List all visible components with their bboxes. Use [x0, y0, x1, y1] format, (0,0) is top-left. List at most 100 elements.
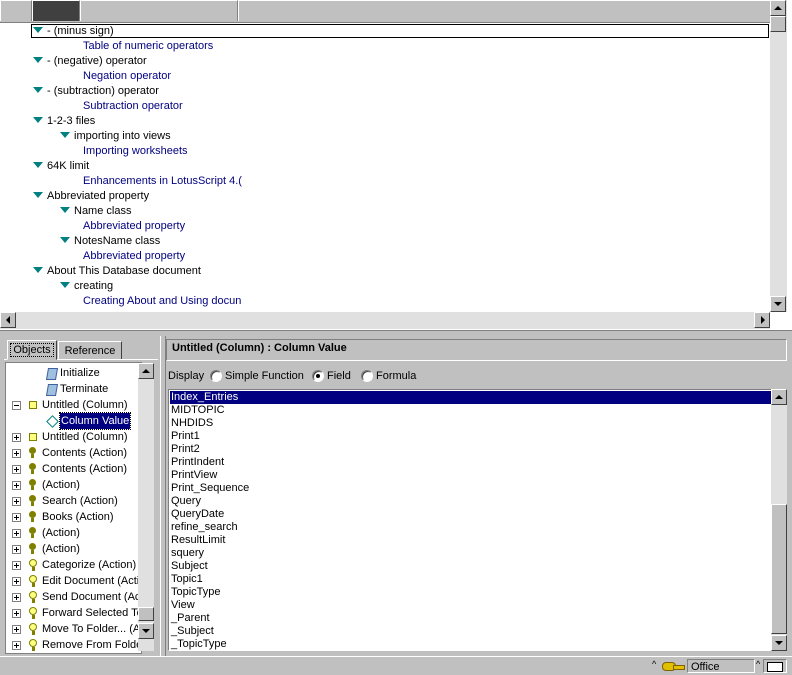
view-category-row[interactable]: NotesName class — [60, 234, 160, 249]
view-vertical-scrollbar[interactable] — [770, 0, 787, 312]
view-document-row[interactable]: Creating About and Using docun — [83, 294, 241, 309]
field-list-item[interactable]: Query — [171, 495, 201, 508]
view-document-row[interactable]: Subtraction operator — [83, 99, 183, 114]
expand-plus-icon[interactable] — [12, 609, 21, 618]
tab-objects[interactable]: Objects — [7, 340, 57, 360]
scroll-thumb[interactable] — [770, 16, 786, 32]
radio-formula-label[interactable]: Formula — [376, 368, 416, 384]
object-tree-item[interactable]: Column Value — [6, 412, 139, 430]
view-category-row[interactable]: 1-2-3 files — [33, 114, 95, 129]
twistie-expanded-icon[interactable] — [33, 117, 43, 123]
field-list-item[interactable]: TopicType — [171, 586, 221, 599]
expand-plus-icon[interactable] — [12, 561, 21, 570]
scroll-right-button[interactable] — [754, 312, 770, 328]
expand-plus-icon[interactable] — [12, 577, 21, 586]
twistie-expanded-icon[interactable] — [33, 267, 43, 273]
twistie-expanded-icon[interactable] — [60, 237, 70, 243]
field-list-item[interactable]: PrintIndent — [171, 456, 224, 469]
column-header-selected[interactable] — [32, 0, 80, 21]
view-document-row[interactable]: Abbreviated property — [83, 249, 185, 264]
object-tree-item[interactable]: Contents (Action) — [6, 445, 139, 461]
location-status[interactable]: Office — [687, 659, 755, 673]
expand-plus-icon[interactable] — [12, 593, 21, 602]
twistie-expanded-icon[interactable] — [60, 207, 70, 213]
field-list-item[interactable]: MIDTOPIC — [171, 404, 225, 417]
view-document-row[interactable]: Abbreviated property — [83, 219, 185, 234]
view-category-row[interactable]: 64K limit — [33, 159, 89, 174]
field-list-item[interactable]: Print1 — [171, 430, 200, 443]
twistie-expanded-icon[interactable] — [33, 162, 43, 168]
view-document-row[interactable]: Importing worksheets — [83, 144, 188, 159]
object-tree-item[interactable]: Books (Action) — [6, 509, 139, 525]
field-list-item[interactable]: Subject — [171, 560, 208, 573]
view-category-row[interactable]: - (subtraction) operator — [33, 84, 159, 99]
twistie-expanded-icon[interactable] — [33, 87, 43, 93]
field-list-item[interactable]: Index_Entries — [170, 391, 771, 404]
object-tree-item[interactable]: Terminate — [6, 381, 139, 397]
objects-tree[interactable]: Initialize Terminate Untitled (Column) Colu… — [5, 362, 142, 654]
field-list-item[interactable]: NHDIDS — [171, 417, 213, 430]
scroll-up-button[interactable] — [770, 0, 786, 16]
expand-plus-icon[interactable] — [12, 449, 21, 458]
objects-scrollbar[interactable] — [138, 363, 154, 651]
expand-plus-icon[interactable] — [12, 433, 21, 442]
view-category-row[interactable]: - (minus sign) — [33, 24, 114, 39]
expand-plus-icon[interactable] — [12, 529, 21, 538]
field-list-item[interactable]: PrintView — [171, 469, 217, 482]
radio-simple-function[interactable] — [210, 370, 222, 382]
field-list-item[interactable]: Print2 — [171, 443, 200, 456]
object-tree-item[interactable]: (Action) — [6, 525, 139, 541]
radio-field-label[interactable]: Field — [327, 368, 351, 384]
twistie-expanded-icon[interactable] — [33, 192, 43, 198]
object-tree-item[interactable]: Forward Selected To — [6, 605, 141, 621]
twistie-expanded-icon[interactable] — [33, 27, 43, 33]
mail-status[interactable] — [763, 659, 787, 673]
field-list-item[interactable]: Topic1 — [171, 573, 203, 586]
field-list-item[interactable]: squery — [171, 547, 204, 560]
view-category-row[interactable]: Abbreviated property — [33, 189, 149, 204]
scroll-down-button[interactable] — [770, 296, 786, 312]
field-list-item[interactable]: refine_search — [171, 521, 238, 534]
expand-plus-icon[interactable] — [12, 641, 21, 650]
pane-splitter[interactable] — [0, 330, 792, 337]
object-tree-item[interactable]: Send Document (Ac — [6, 589, 140, 605]
expand-plus-icon[interactable] — [12, 545, 21, 554]
field-list-scrollbar[interactable] — [771, 389, 787, 651]
expand-plus-icon[interactable] — [12, 465, 21, 474]
field-list[interactable]: Index_Entries MIDTOPIC NHDIDS Print1 Print2 P… — [168, 389, 772, 651]
radio-field[interactable] — [312, 370, 324, 382]
object-tree-item[interactable]: (Action) — [6, 541, 139, 557]
object-tree-item[interactable]: Untitled (Column) — [6, 429, 139, 445]
field-list-item[interactable]: ResultLimit — [171, 534, 225, 547]
expand-plus-icon[interactable] — [12, 513, 21, 522]
field-list-item[interactable]: Print_Sequence — [171, 482, 249, 495]
column-header-2[interactable] — [80, 0, 238, 21]
objects-scroll-down-button[interactable] — [138, 623, 154, 639]
object-tree-item[interactable]: (Action) — [6, 477, 139, 493]
field-list-item[interactable]: _Parent — [171, 612, 210, 625]
column-header-3[interactable] — [238, 0, 771, 21]
object-tree-item[interactable]: Remove From Folde — [6, 637, 141, 653]
expand-plus-icon[interactable] — [12, 481, 21, 490]
object-tree-item[interactable]: Move To Folder... (A — [6, 621, 140, 637]
objects-scroll-up-button[interactable] — [138, 363, 154, 379]
radio-formula[interactable] — [361, 370, 373, 382]
objects-scroll-thumb[interactable] — [138, 607, 154, 621]
field-scroll-down-button[interactable] — [771, 635, 787, 651]
field-list-item[interactable]: _Subject — [171, 625, 214, 638]
status-up-arrow-icon[interactable]: ^ — [652, 659, 656, 669]
collapse-minus-icon[interactable] — [12, 401, 21, 410]
tab-reference[interactable]: Reference — [58, 341, 122, 360]
column-header-blank[interactable] — [0, 0, 32, 21]
twistie-expanded-icon[interactable] — [33, 57, 43, 63]
vertical-splitter[interactable] — [160, 336, 166, 656]
object-tree-item[interactable]: Untitled (Column) — [6, 397, 139, 413]
radio-simple-function-label[interactable]: Simple Function — [225, 368, 304, 384]
view-category-row[interactable]: Name class — [60, 204, 131, 219]
view-horizontal-scrollbar[interactable] — [0, 312, 770, 329]
field-scroll-up-button[interactable] — [771, 389, 787, 405]
expand-plus-icon[interactable] — [12, 625, 21, 634]
field-scroll-thumb[interactable] — [771, 504, 787, 634]
mail-up-arrow-icon[interactable]: ^ — [756, 659, 760, 669]
twistie-expanded-icon[interactable] — [60, 132, 70, 138]
